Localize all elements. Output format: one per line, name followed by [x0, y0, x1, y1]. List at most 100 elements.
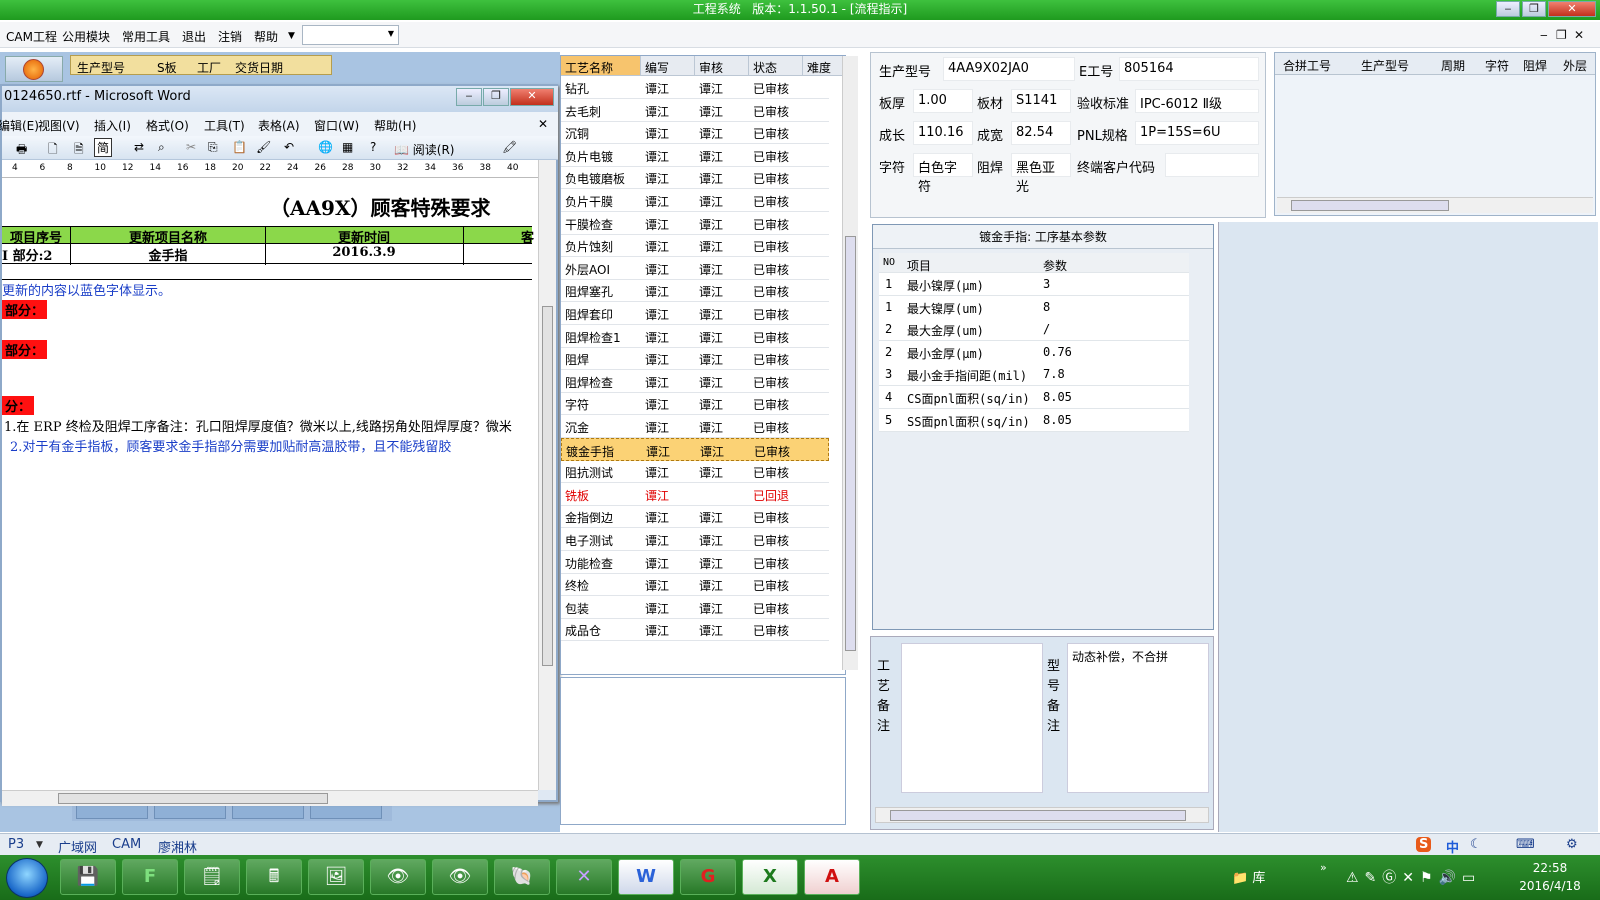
menu-public-module[interactable]: 公用模块: [62, 28, 110, 45]
mdi-restore-icon[interactable]: ❐: [1556, 28, 1567, 42]
process-row[interactable]: 沉铜 谭江 谭江 已审核: [561, 121, 829, 145]
word-document[interactable]: （AA9X）顾客特殊要求 项目序号 更新项目名称 更新时间 客 I 部分:2 金…: [2, 178, 538, 790]
taskbar-word-icon[interactable]: W: [618, 859, 674, 895]
taskbar-pdf-icon[interactable]: A: [804, 859, 860, 895]
process-row[interactable]: 负片蚀刻 谭江 谭江 已审核: [561, 234, 829, 258]
mh-outer-layer[interactable]: 外层: [1563, 57, 1587, 74]
taskbar-paint-icon[interactable]: 🖼: [308, 859, 364, 895]
help-dropdown-icon[interactable]: ▼: [288, 31, 295, 41]
field-material[interactable]: S1141: [1011, 89, 1071, 113]
read-mode-button[interactable]: 📖 阅读(R): [394, 141, 454, 158]
process-row[interactable]: 铣板 谭江 已回退: [561, 483, 829, 506]
process-row[interactable]: 阻焊 谭江 谭江 已审核: [561, 347, 829, 371]
menu-cam[interactable]: CAM工程: [6, 28, 57, 45]
process-row[interactable]: 外层AOI 谭江 谭江 已审核: [561, 257, 829, 280]
merge-hscroll-thumb[interactable]: [1291, 200, 1449, 211]
process-row[interactable]: 阻焊检查 谭江 谭江 已审核: [561, 370, 829, 393]
ph-reviewer[interactable]: 审核: [695, 56, 749, 76]
maximize-button[interactable]: ❐: [1522, 1, 1546, 17]
ime-settings-icon[interactable]: ⚙: [1566, 837, 1578, 852]
field-length[interactable]: 110.16: [913, 121, 973, 145]
menu-help[interactable]: 帮助: [254, 28, 278, 45]
process-table-scrollbar[interactable]: [842, 56, 858, 670]
taskbar-eye-icon[interactable]: 👁: [370, 859, 426, 895]
word-menu-insert[interactable]: 插入(I): [94, 117, 131, 134]
process-row[interactable]: 功能检查 谭江 谭江 已审核: [561, 551, 829, 574]
clock-time[interactable]: 22:58: [1520, 861, 1580, 875]
word-close-button[interactable]: ✕: [510, 88, 554, 106]
process-row[interactable]: 钻孔 谭江 谭江 已审核: [561, 76, 829, 99]
taskbar-g-icon[interactable]: G: [680, 859, 736, 895]
start-button[interactable]: [6, 858, 48, 898]
clock-date[interactable]: 2016/4/18: [1514, 879, 1586, 893]
hyperlink-icon[interactable]: 🌐: [318, 140, 333, 154]
page-icon[interactable]: 🗎: [74, 140, 84, 161]
param-row[interactable]: 2 最大金厚(um) /: [879, 318, 1189, 342]
ime-mode[interactable]: 中: [1446, 837, 1459, 856]
mh-merge-no[interactable]: 合拼工号: [1283, 57, 1331, 74]
word-vscroll-thumb[interactable]: [542, 306, 553, 666]
mh-solder-mask[interactable]: 阻焊: [1523, 57, 1547, 74]
process-row[interactable]: 阻焊塞孔 谭江 谭江 已审核: [561, 279, 829, 303]
sogou-ime-icon[interactable]: S: [1416, 837, 1432, 852]
highlight-icon[interactable]: 🖍: [502, 140, 517, 154]
print-preview-icon[interactable]: 🗋: [48, 140, 58, 161]
word-maximize-button[interactable]: ❐: [483, 88, 509, 106]
taskbar-excel-icon[interactable]: X: [742, 859, 798, 895]
cut-icon[interactable]: ✂: [186, 140, 196, 154]
mdi-close-icon[interactable]: ✕: [1574, 28, 1584, 42]
param-row[interactable]: 1 最小镍厚(μm) 3: [879, 273, 1189, 296]
taskbar-x-icon[interactable]: ✕: [556, 859, 612, 895]
taskbar-shell-icon[interactable]: 🐚: [494, 859, 550, 895]
menu-exit[interactable]: 退出: [182, 28, 206, 45]
word-menu-edit[interactable]: 编辑(E): [0, 117, 39, 134]
param-row[interactable]: 1 最大镍厚(um) 8: [879, 295, 1189, 319]
word-menu-view[interactable]: 视图(V): [38, 117, 80, 134]
word-vertical-scrollbar[interactable]: [538, 160, 556, 790]
ph-difficulty[interactable]: 难度: [803, 56, 843, 76]
process-row[interactable]: 干膜检查 谭江 谭江 已审核: [561, 212, 829, 235]
field-customer-code[interactable]: [1165, 153, 1259, 177]
field-solder-mask[interactable]: 黑色亚光: [1011, 153, 1071, 195]
word-hscroll-thumb[interactable]: [58, 793, 328, 804]
col-factory[interactable]: 工厂: [197, 59, 221, 76]
param-row[interactable]: 5 SS面pnl面积(sq/in) 8.05: [879, 408, 1189, 432]
toolbar-combo[interactable]: ▼: [302, 25, 399, 45]
process-scroll-thumb[interactable]: [845, 236, 856, 651]
merge-hscroll[interactable]: [1277, 197, 1593, 213]
param-row[interactable]: 3 最小金手指间距(mil) 7.8: [879, 363, 1189, 387]
minimize-button[interactable]: ‒: [1496, 1, 1520, 17]
taskbar-eye2-icon[interactable]: 👁: [432, 859, 488, 895]
field-pnl[interactable]: 1P=15S=6U: [1135, 121, 1259, 145]
ph-status[interactable]: 状态: [749, 56, 803, 76]
field-e-no[interactable]: 805164: [1119, 57, 1259, 81]
process-remark-field[interactable]: [901, 643, 1043, 793]
paste-icon[interactable]: 📋: [232, 140, 247, 154]
field-character[interactable]: 白色字符: [913, 153, 973, 195]
word-menu-table[interactable]: 表格(A): [258, 117, 300, 134]
remarks-hscroll[interactable]: [875, 807, 1209, 823]
process-row[interactable]: 电子测试 谭江 谭江 已审核: [561, 528, 829, 551]
word-menu-help[interactable]: 帮助(H): [374, 117, 416, 134]
research-icon[interactable]: ⌕: [158, 140, 165, 155]
col-delivery[interactable]: 交货日期: [235, 59, 283, 76]
convert-icon[interactable]: ⇄: [134, 140, 144, 154]
print-icon[interactable]: 🖶: [16, 140, 27, 161]
param-row[interactable]: 4 CS面pnl面积(sq/in) 8.05: [879, 386, 1189, 409]
help-icon[interactable]: ?: [370, 140, 376, 154]
word-doc-close-icon[interactable]: ✕: [538, 117, 548, 131]
process-row[interactable]: 负片电镀 谭江 谭江 已审核: [561, 144, 829, 167]
taskbar-notepad-icon[interactable]: 🗒: [184, 859, 240, 895]
process-row[interactable]: 镀金手指 谭江 谭江 已审核: [561, 437, 829, 461]
field-width[interactable]: 82.54: [1011, 121, 1071, 145]
tray-expand-icon[interactable]: »: [1320, 861, 1327, 874]
process-row[interactable]: 金指倒边 谭江 谭江 已审核: [561, 505, 829, 529]
process-row[interactable]: 负片干膜 谭江 谭江 已审核: [561, 189, 829, 212]
process-row[interactable]: 阻抗测试 谭江 谭江 已审核: [561, 460, 829, 484]
field-standard[interactable]: IPC-6012 Ⅱ级: [1135, 89, 1259, 113]
taskbar-calculator-icon[interactable]: 🖩: [246, 859, 302, 895]
field-model[interactable]: 4AA9X02JA0: [943, 57, 1075, 81]
process-row[interactable]: 阻焊检查1 谭江 谭江 已审核: [561, 325, 829, 348]
process-row[interactable]: 字符 谭江 谭江 已审核: [561, 392, 829, 416]
field-thickness[interactable]: 1.00: [913, 89, 973, 113]
